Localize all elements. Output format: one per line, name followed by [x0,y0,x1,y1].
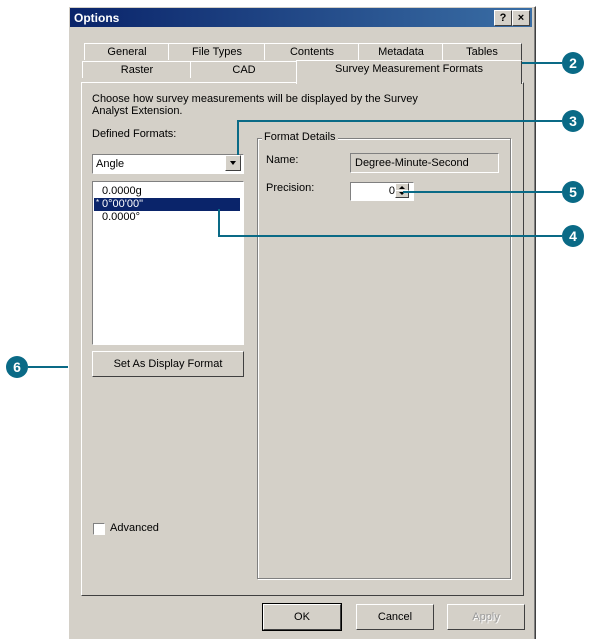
callout-6: 6 [6,356,28,378]
close-button[interactable]: × [512,10,530,26]
callout-5-line [403,191,562,193]
list-item-label: 0.0000g [102,185,142,197]
list-item-label: 0.0000° [102,211,141,223]
format-details-group [257,138,511,579]
precision-label: Precision: [266,182,315,194]
callout-3: 3 [562,110,584,132]
default-marker: * [96,198,100,207]
tab-file-types[interactable]: File Types [168,43,266,60]
name-label: Name: [266,154,299,166]
ok-button[interactable]: OK [262,603,342,631]
tab-survey-measurement-formats[interactable]: Survey Measurement Formats [296,60,522,84]
advanced-label: Advanced [110,522,159,534]
tab-general[interactable]: General [84,43,170,60]
list-item[interactable]: 0.0000g [94,185,240,198]
help-button[interactable]: ? [494,10,512,26]
format-type-value: Angle [96,158,125,170]
advanced-checkbox[interactable] [93,523,105,535]
callout-5: 5 [562,181,584,203]
callout-3-line [237,120,239,155]
set-as-display-format-button[interactable]: Set As Display Format [92,351,244,377]
callout-2: 2 [562,52,584,74]
callout-4-line-horizontal [218,235,562,237]
callout-4-line [218,209,220,236]
cancel-button[interactable]: Cancel [356,604,434,630]
callout-3-line-horizontal [237,120,562,122]
dropdown-arrow-button[interactable] [225,155,241,171]
callout-6-line [28,366,68,368]
description-text: Choose how survey measurements will be d… [92,93,418,117]
defined-formats-label: Defined Formats: [92,128,177,140]
tab-raster[interactable]: Raster [82,61,192,78]
name-value: Degree-Minute-Second [355,157,469,169]
apply-button[interactable]: Apply [447,604,525,630]
tab-cad[interactable]: CAD [190,61,298,78]
list-item-label: 0°00'00" [102,198,143,210]
formats-list[interactable]: 0.0000g * 0°00'00" 0.0000° [92,181,244,345]
format-details-label: Format Details [262,131,338,143]
window-title: Options [74,11,120,25]
chevron-down-icon [230,161,236,165]
tab-metadata[interactable]: Metadata [358,43,444,60]
format-type-dropdown[interactable]: Angle [92,154,244,174]
tab-contents[interactable]: Contents [264,43,360,60]
name-field: Degree-Minute-Second [350,153,499,173]
tab-tables[interactable]: Tables [442,43,522,60]
title-bar[interactable]: Options ? × [70,8,532,27]
callout-4: 4 [562,225,584,247]
